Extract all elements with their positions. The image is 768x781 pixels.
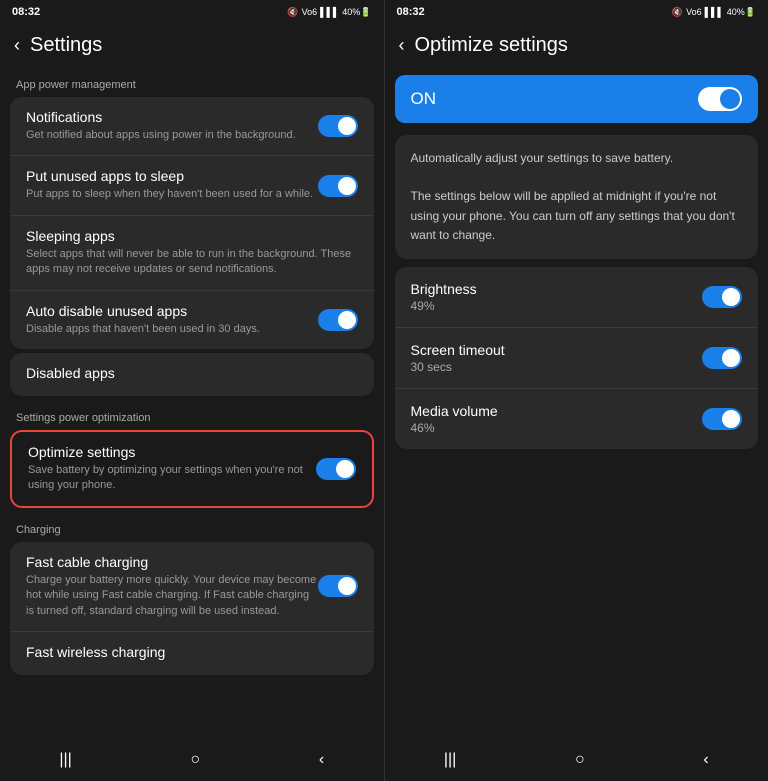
notifications-title: Notifications: [26, 109, 318, 125]
right-menu-button[interactable]: |||: [444, 751, 456, 769]
right-time: 08:32: [397, 6, 425, 18]
right-page-title: Optimize settings: [415, 34, 568, 57]
mute-icon: 🔇: [287, 7, 298, 18]
unused-sleep-subtitle: Put apps to sleep when they haven't been…: [26, 187, 318, 202]
right-status-bar: 08:32 🔇 Vo6 ▌▌▌ 40%🔋: [385, 0, 768, 24]
sleeping-apps-title: Sleeping apps: [26, 228, 358, 244]
on-banner[interactable]: ON: [395, 75, 759, 123]
fast-cable-item[interactable]: Fast cable charging Charge your battery …: [10, 542, 374, 632]
fast-cable-toggle[interactable]: [318, 575, 358, 597]
charging-card: Fast cable charging Charge your battery …: [10, 542, 374, 675]
unused-sleep-item[interactable]: Put unused apps to sleep Put apps to sle…: [10, 156, 374, 215]
brightness-item[interactable]: Brightness 49%: [395, 267, 759, 328]
left-page-title: Settings: [30, 34, 102, 57]
media-volume-title: Media volume: [411, 403, 498, 419]
fast-cable-subtitle: Charge your battery more quickly. Your d…: [26, 573, 318, 619]
media-volume-item[interactable]: Media volume 46%: [395, 389, 759, 449]
right-battery-icon: 40%🔋: [727, 7, 756, 18]
left-time: 08:32: [12, 6, 40, 18]
left-status-icons: 🔇 Vo6 ▌▌▌ 40%🔋: [287, 7, 371, 18]
signal-icon: ▌▌▌: [320, 7, 339, 17]
right-page-header: ‹ Optimize settings: [385, 24, 768, 67]
right-nav-bar: ||| ○ ‹: [385, 739, 768, 781]
right-status-icons: 🔇 Vo6 ▌▌▌ 40%🔋: [672, 7, 756, 18]
description-text: Automatically adjust your settings to sa…: [411, 149, 743, 245]
screen-timeout-item[interactable]: Screen timeout 30 secs: [395, 328, 759, 389]
left-back-button[interactable]: ‹: [14, 35, 20, 56]
sleeping-apps-subtitle: Select apps that will never be able to r…: [26, 247, 358, 278]
left-status-bar: 08:32 🔇 Vo6 ▌▌▌ 40%🔋: [0, 0, 384, 24]
left-nav-bar: ||| ○ ‹: [0, 739, 384, 781]
right-panel: 08:32 🔇 Vo6 ▌▌▌ 40%🔋 ‹ Optimize settings…: [385, 0, 768, 781]
notifications-subtitle: Get notified about apps using power in t…: [26, 128, 318, 143]
fast-cable-title: Fast cable charging: [26, 554, 318, 570]
left-scroll-content: App power management Notifications Get n…: [0, 67, 384, 739]
unused-sleep-title: Put unused apps to sleep: [26, 168, 318, 184]
optimize-settings-subtitle: Save battery by optimizing your settings…: [28, 463, 316, 494]
left-back-nav-button[interactable]: ‹: [319, 751, 324, 769]
optimize-settings-item[interactable]: Optimize settings Save battery by optimi…: [12, 432, 372, 506]
brightness-toggle[interactable]: [702, 286, 742, 308]
left-home-button[interactable]: ○: [190, 751, 200, 769]
charging-label: Charging: [0, 512, 384, 542]
settings-opt-label: Settings power optimization: [0, 400, 384, 430]
optimize-settings-title: Optimize settings: [28, 444, 316, 460]
on-label: ON: [411, 89, 437, 109]
app-power-section-label: App power management: [0, 67, 384, 97]
vo6-icon: Vo6: [302, 7, 318, 17]
right-signal-icon: ▌▌▌: [705, 7, 724, 17]
optimize-settings-toggle[interactable]: [316, 458, 356, 480]
left-menu-button[interactable]: |||: [59, 751, 71, 769]
auto-disable-item[interactable]: Auto disable unused apps Disable apps th…: [10, 291, 374, 349]
screen-timeout-title: Screen timeout: [411, 342, 505, 358]
on-toggle[interactable]: [698, 87, 742, 111]
right-back-button[interactable]: ‹: [399, 35, 405, 56]
media-volume-toggle[interactable]: [702, 408, 742, 430]
left-panel: 08:32 🔇 Vo6 ▌▌▌ 40%🔋 ‹ Settings App powe…: [0, 0, 385, 781]
optimize-detail-card: Brightness 49% Screen timeout 30 secs Me…: [395, 267, 759, 449]
auto-disable-title: Auto disable unused apps: [26, 303, 318, 319]
disabled-apps-item[interactable]: Disabled apps: [10, 353, 374, 396]
sleeping-apps-item[interactable]: Sleeping apps Select apps that will neve…: [10, 216, 374, 291]
brightness-value: 49%: [411, 299, 477, 313]
notifications-toggle[interactable]: [318, 115, 358, 137]
auto-disable-subtitle: Disable apps that haven't been used in 3…: [26, 322, 318, 337]
screen-timeout-value: 30 secs: [411, 360, 505, 374]
left-page-header: ‹ Settings: [0, 24, 384, 67]
brightness-title: Brightness: [411, 281, 477, 297]
screen-timeout-toggle[interactable]: [702, 347, 742, 369]
unused-sleep-toggle[interactable]: [318, 175, 358, 197]
disabled-apps-title: Disabled apps: [26, 365, 358, 381]
auto-disable-toggle[interactable]: [318, 309, 358, 331]
right-home-button[interactable]: ○: [575, 751, 585, 769]
media-volume-value: 46%: [411, 421, 498, 435]
app-power-card: Notifications Get notified about apps us…: [10, 97, 374, 349]
right-back-nav-button[interactable]: ‹: [703, 751, 708, 769]
fast-wireless-item[interactable]: Fast wireless charging: [10, 632, 374, 675]
fast-wireless-title: Fast wireless charging: [26, 644, 358, 660]
disabled-apps-card: Disabled apps: [10, 353, 374, 396]
right-mute-icon: 🔇: [672, 7, 683, 18]
right-vo6-icon: Vo6: [686, 7, 702, 17]
optimize-settings-card[interactable]: Optimize settings Save battery by optimi…: [10, 430, 374, 508]
battery-icon: 40%🔋: [342, 7, 371, 18]
description-card: Automatically adjust your settings to sa…: [395, 135, 759, 259]
notifications-item[interactable]: Notifications Get notified about apps us…: [10, 97, 374, 156]
